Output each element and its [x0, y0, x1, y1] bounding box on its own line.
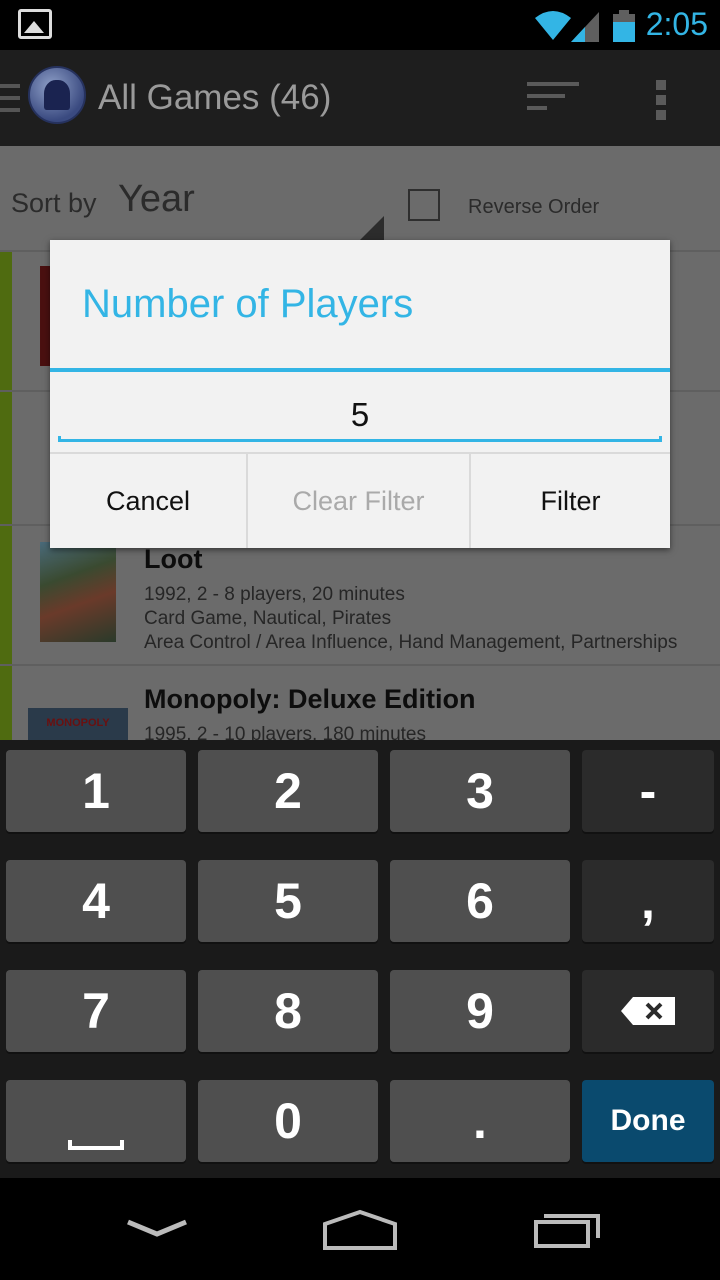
row-color-bar — [0, 252, 12, 390]
game-title: Monopoly: Deluxe Edition — [144, 684, 476, 714]
app-logo-icon[interactable] — [28, 66, 86, 124]
key-comma[interactable]: , — [582, 860, 714, 942]
input-underline — [58, 436, 662, 442]
space-key-icon — [68, 1140, 124, 1150]
backspace-key[interactable] — [582, 970, 714, 1052]
sort-label: Sort by — [11, 188, 97, 218]
page-title: All Games (46) — [98, 78, 332, 117]
key-5[interactable]: 5 — [198, 860, 378, 942]
sort-icon[interactable] — [527, 82, 579, 116]
key-7[interactable]: 7 — [6, 970, 186, 1052]
key-9[interactable]: 9 — [390, 970, 570, 1052]
key-2[interactable]: 2 — [198, 750, 378, 832]
dialog-button-bar: Cancel Clear Filter Filter — [50, 452, 670, 548]
key-0[interactable]: 0 — [198, 1080, 378, 1162]
space-key[interactable] — [6, 1080, 186, 1162]
game-mechanics: Area Control / Area Influence, Hand Mana… — [144, 632, 678, 653]
cancel-button[interactable]: Cancel — [50, 454, 248, 548]
status-bar: 2:05 — [0, 0, 720, 50]
key-period[interactable]: . — [390, 1080, 570, 1162]
backspace-icon — [621, 997, 675, 1025]
recents-icon[interactable] — [520, 1204, 610, 1254]
number-of-players-dialog: Number of Players Cancel Clear Filter Fi… — [50, 240, 670, 548]
row-color-bar — [0, 666, 12, 740]
row-color-bar — [0, 526, 12, 664]
game-thumbnail: MONOPOLY — [28, 708, 128, 740]
clock: 2:05 — [645, 6, 708, 42]
reverse-order-label: Reverse Order — [468, 196, 600, 218]
reverse-order-checkbox[interactable] — [408, 189, 440, 221]
players-input[interactable] — [58, 388, 662, 442]
signal-icon — [571, 12, 599, 42]
list-item[interactable]: MONOPOLY Monopoly: Deluxe Edition 1995, … — [0, 664, 720, 740]
sort-spinner[interactable]: Year — [118, 178, 195, 221]
clear-filter-button[interactable]: Clear Filter — [248, 454, 471, 548]
action-bar: All Games (46) — [0, 50, 720, 146]
done-key[interactable]: Done — [582, 1080, 714, 1162]
dialog-title: Number of Players — [82, 282, 414, 326]
wifi-icon — [535, 11, 571, 40]
numeric-keyboard: 1 2 3 - 4 5 6 , 7 8 9 0 . Done — [0, 740, 720, 1178]
image-notification-icon — [18, 9, 52, 39]
game-thumbnail — [40, 542, 116, 642]
spinner-arrow-icon — [360, 216, 384, 240]
status-icons — [535, 10, 635, 42]
home-icon[interactable] — [315, 1204, 405, 1254]
game-title: Loot — [144, 544, 203, 574]
back-icon[interactable] — [112, 1204, 202, 1254]
filter-button[interactable]: Filter — [471, 454, 670, 548]
overflow-menu-icon[interactable] — [656, 80, 668, 120]
key-3[interactable]: 3 — [390, 750, 570, 832]
game-categories: Card Game, Nautical, Pirates — [144, 608, 392, 629]
key-minus[interactable]: - — [582, 750, 714, 832]
game-details: 1992, 2 - 8 players, 20 minutes — [144, 584, 405, 605]
dialog-divider — [50, 368, 670, 372]
key-1[interactable]: 1 — [6, 750, 186, 832]
navigation-bar — [0, 1178, 720, 1280]
game-details: 1995, 2 - 10 players, 180 minutes — [144, 724, 427, 740]
battery-icon — [613, 10, 635, 42]
key-8[interactable]: 8 — [198, 970, 378, 1052]
drawer-icon[interactable] — [0, 84, 20, 112]
row-color-bar — [0, 392, 12, 524]
key-4[interactable]: 4 — [6, 860, 186, 942]
key-6[interactable]: 6 — [390, 860, 570, 942]
